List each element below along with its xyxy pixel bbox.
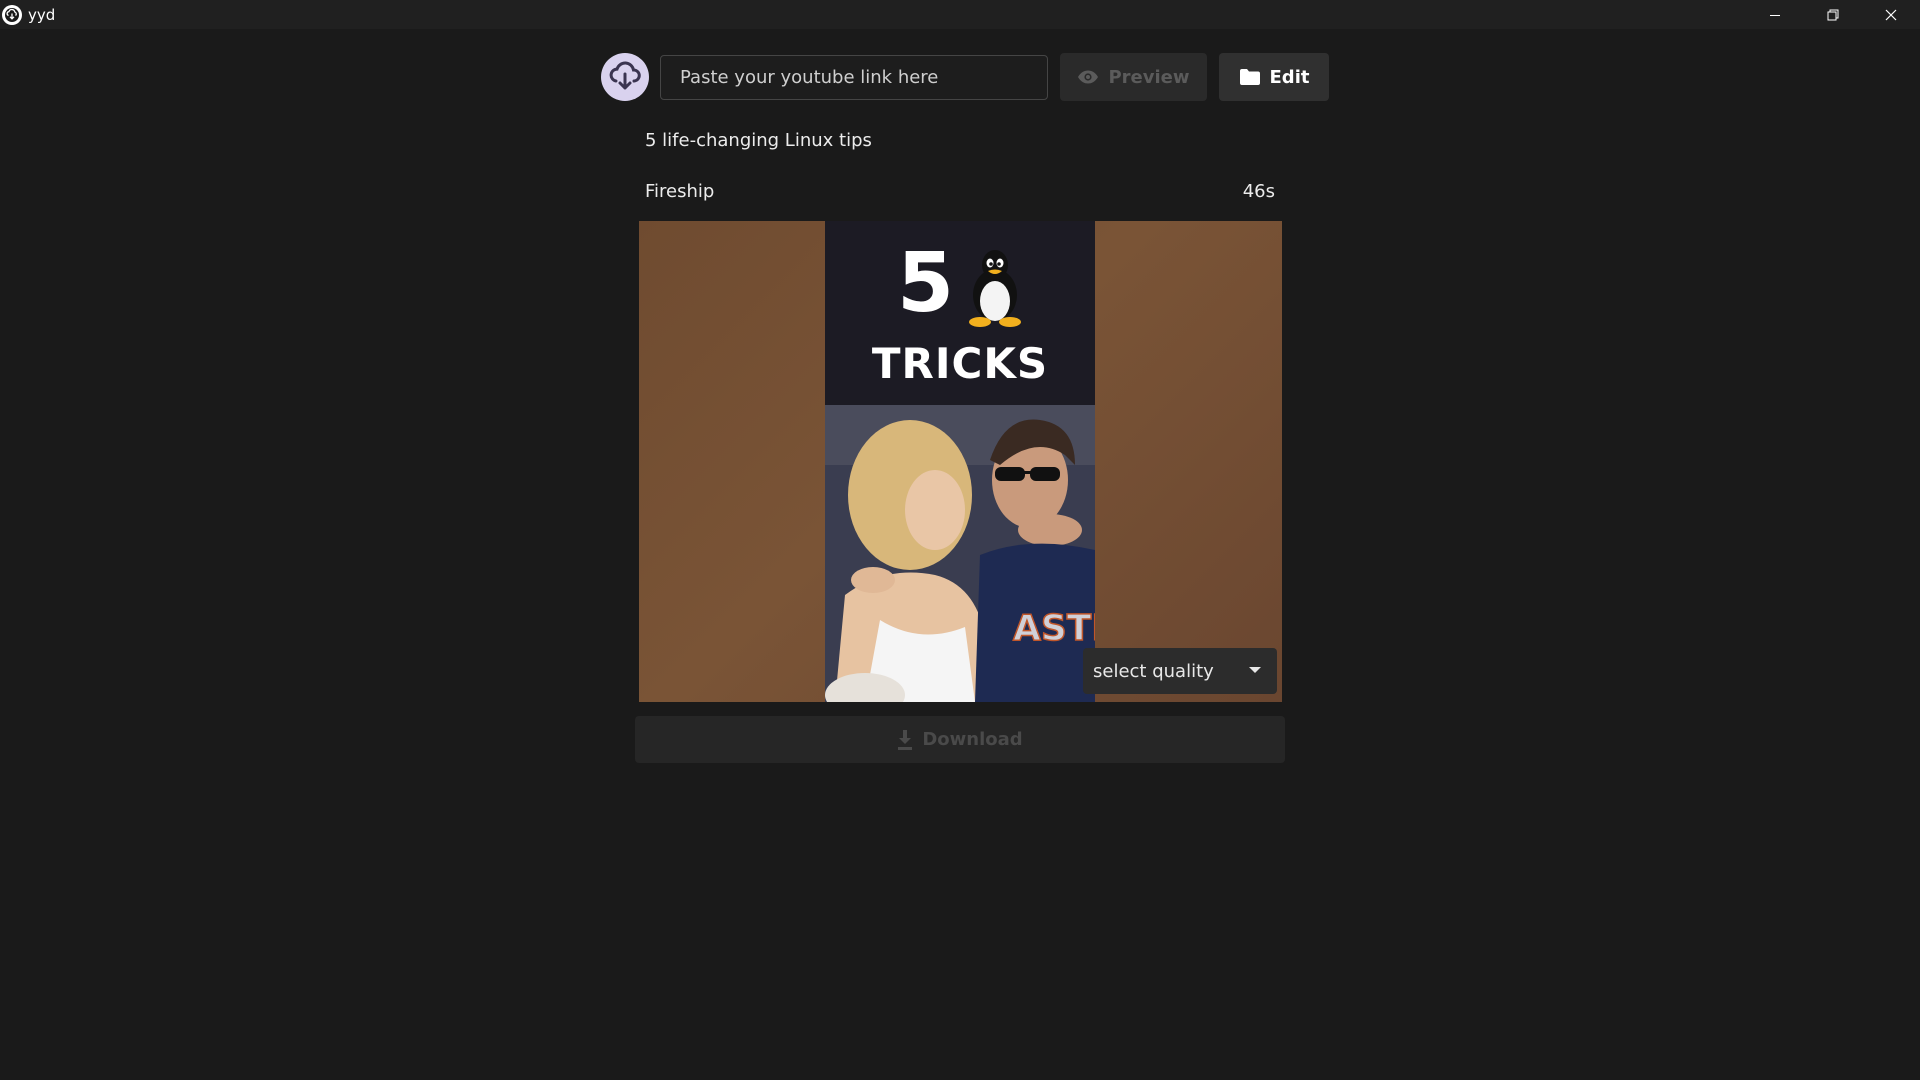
preview-label: Preview <box>1108 66 1190 88</box>
download-icon <box>898 729 913 750</box>
cloud-download-icon <box>2 4 22 25</box>
window-controls <box>1746 0 1920 29</box>
cloud-download-icon <box>609 61 641 90</box>
thumbnail-headline-word: TRICKS <box>871 339 1049 388</box>
video-thumbnail: 5 TRICKS AST <box>639 221 1282 702</box>
restore-icon <box>1827 9 1839 20</box>
video-duration: 46s <box>1242 181 1275 202</box>
video-title: 5 life-changing Linux tips <box>645 130 872 151</box>
thumbnail-photo: ASTR <box>825 405 1095 702</box>
channel-name: Fireship <box>645 181 715 202</box>
edit-label: Edit <box>1269 66 1310 88</box>
thumbnail-center-frame: 5 TRICKS AST <box>825 221 1095 702</box>
folder-icon <box>1239 69 1260 85</box>
thumbnail-headline-number: 5 <box>897 236 955 331</box>
restore-button[interactable] <box>1804 0 1862 29</box>
quality-select-value: select quality <box>1093 660 1214 682</box>
eye-icon <box>1078 70 1099 84</box>
minimize-icon <box>1770 14 1780 16</box>
close-button[interactable] <box>1862 0 1920 29</box>
close-icon <box>1885 9 1897 20</box>
download-label: Download <box>922 729 1023 750</box>
preview-button[interactable]: Preview <box>1060 53 1207 101</box>
quality-select[interactable]: select quality <box>1083 648 1277 694</box>
tux-penguin-icon <box>969 250 1021 327</box>
download-button[interactable]: Download <box>635 716 1285 763</box>
thumbnail-shirt-text: ASTR <box>1013 608 1095 649</box>
window-title: yyd <box>28 5 56 24</box>
title-bar: yyd <box>0 0 1920 29</box>
app-logo <box>601 53 649 101</box>
minimize-button[interactable] <box>1746 0 1804 29</box>
edit-button[interactable]: Edit <box>1219 53 1329 101</box>
youtube-url-input[interactable] <box>660 55 1048 100</box>
caret-down-icon <box>1249 667 1261 673</box>
